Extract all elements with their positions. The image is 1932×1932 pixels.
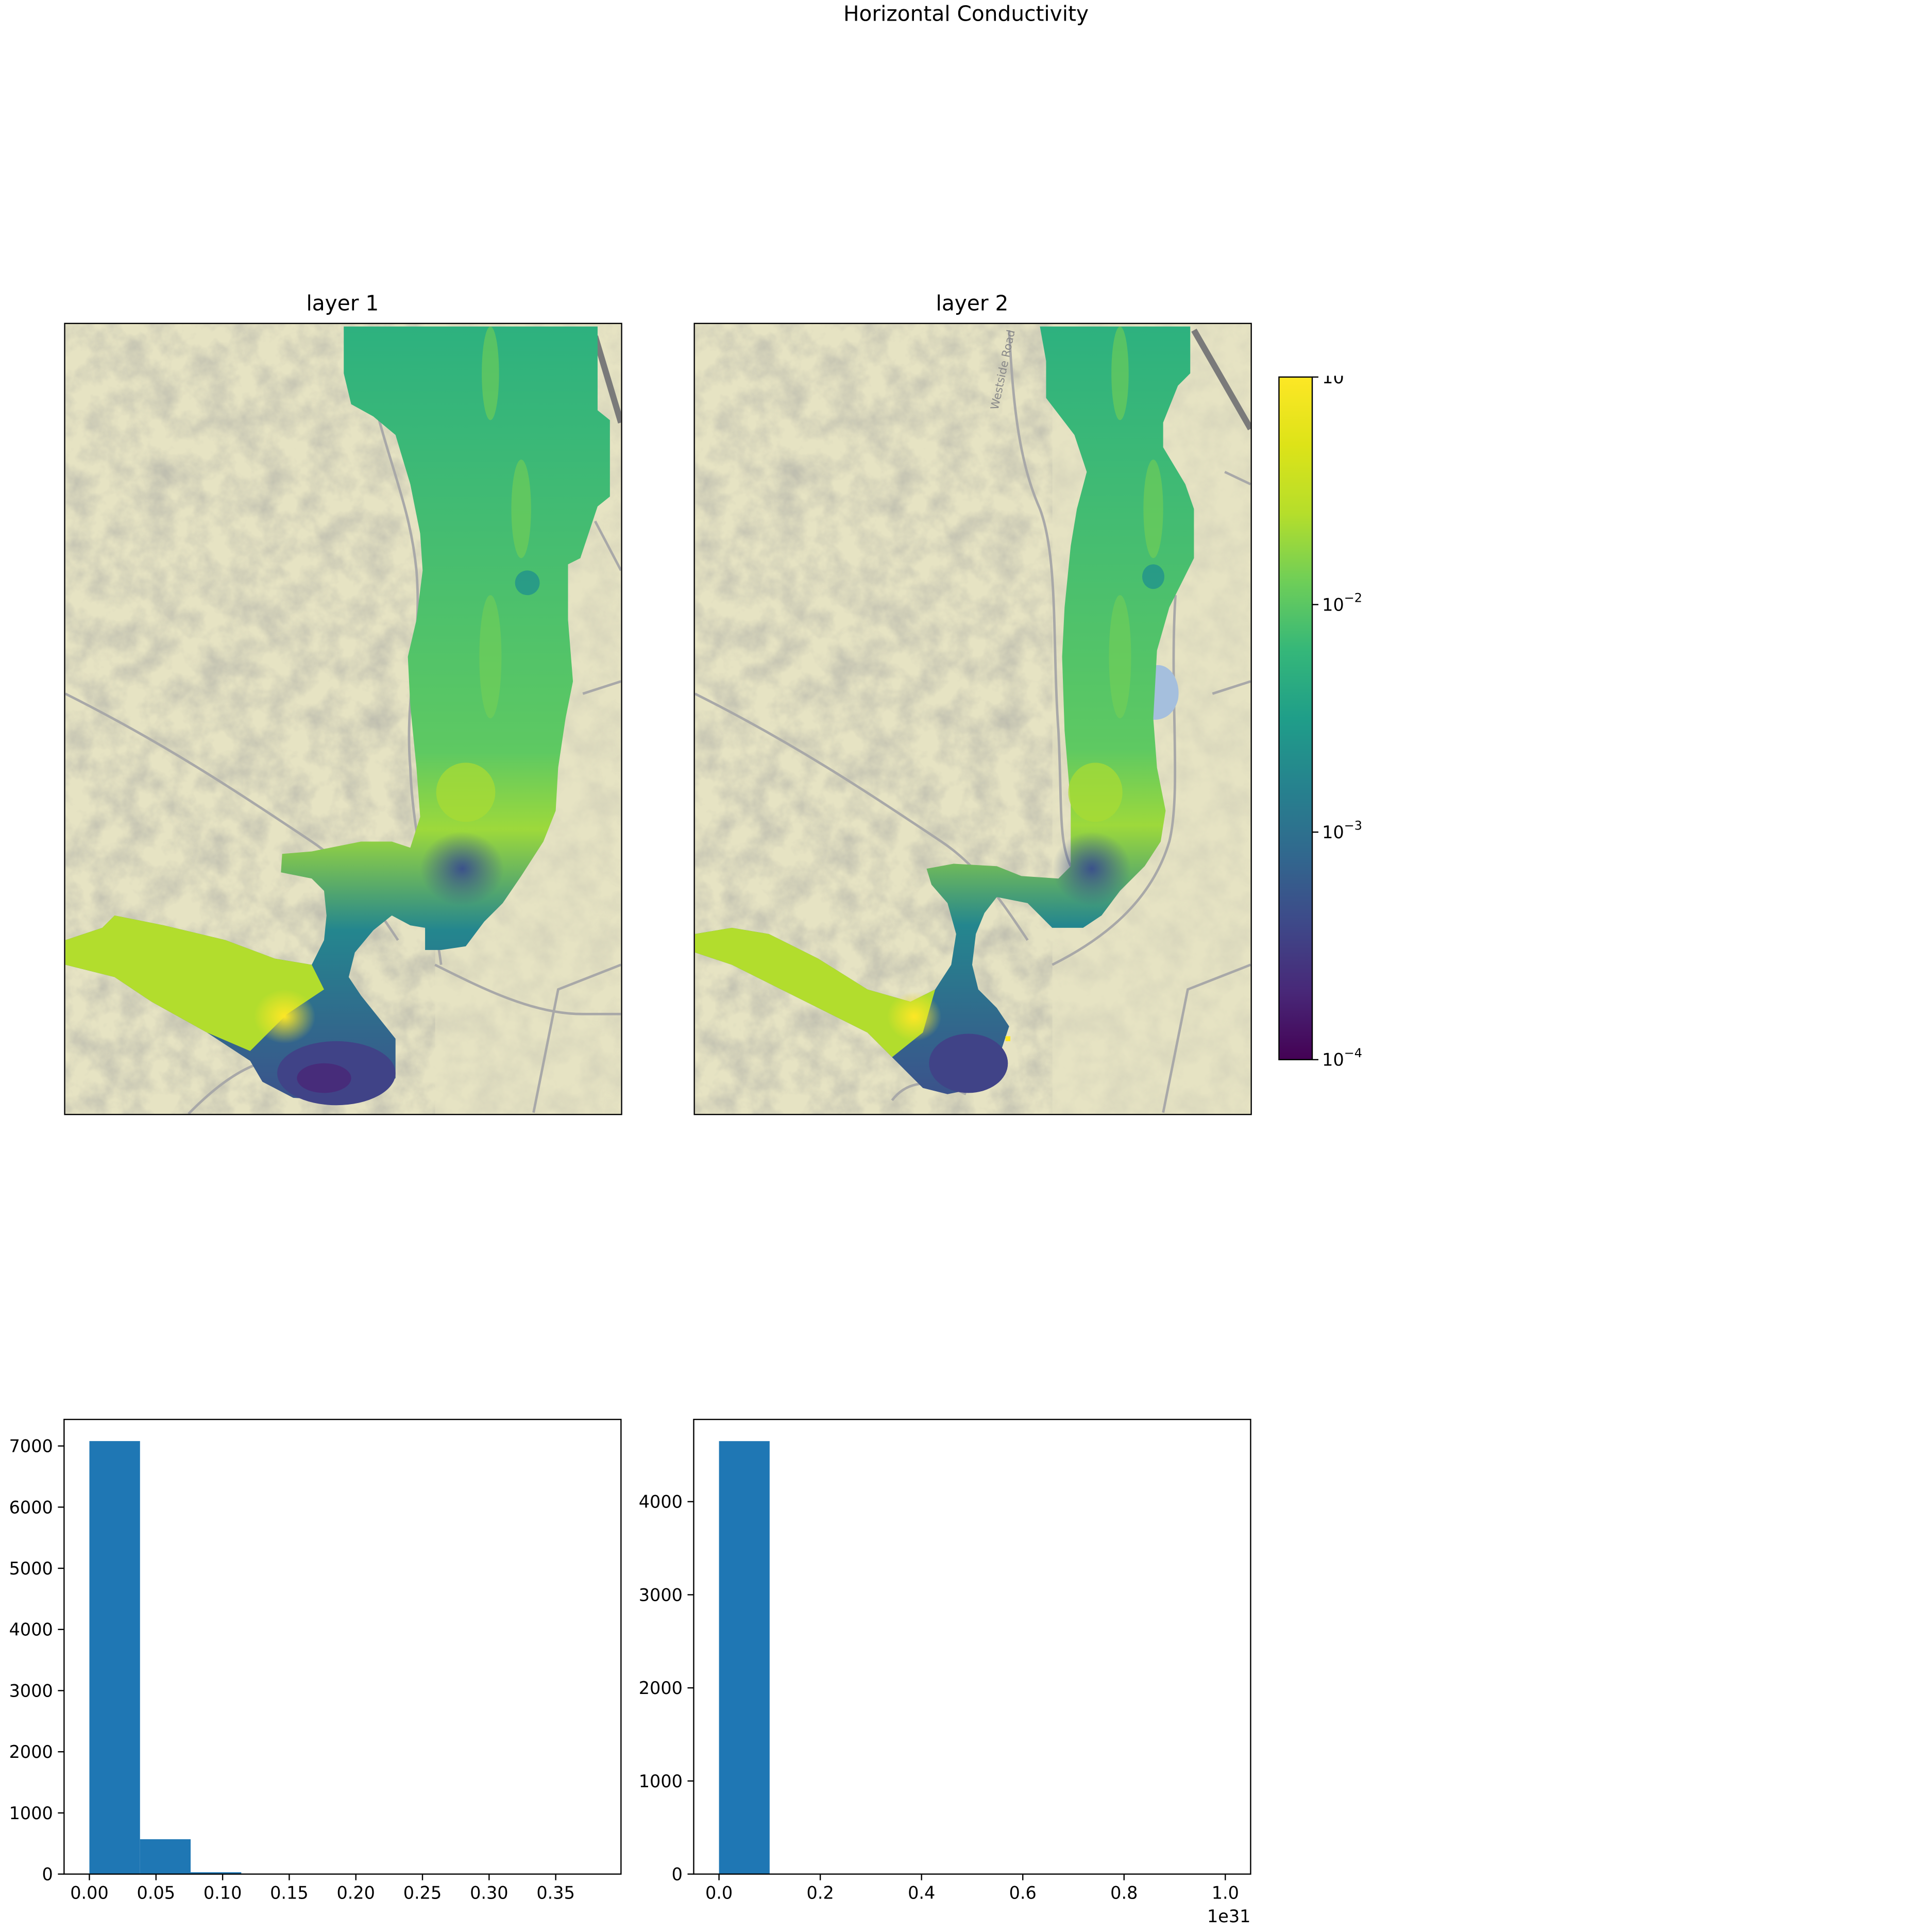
map-canvas-layer-1	[65, 324, 621, 1114]
map-title-layer-1: layer 1	[306, 292, 379, 317]
histogram-layer-1: 0.00 0.05 0.10 0.15 0.20 0.25 0.30 0.35 0 1000 200…	[0, 1404, 641, 1932]
figure-title: Horizontal Conductivity	[843, 2, 1089, 27]
y-tick-label: 0	[672, 1865, 683, 1885]
x-tick-label: 0.00	[70, 1883, 109, 1903]
histogram-bars	[719, 1441, 770, 1874]
x-tick-label: 0.15	[270, 1883, 309, 1903]
colorbar-tick-label: 10−4	[1322, 1046, 1362, 1066]
y-tick-label: 0	[42, 1865, 53, 1885]
x-tick-label: 0.35	[536, 1883, 575, 1903]
colorbar-tick-label: 10−2	[1322, 591, 1362, 615]
x-tick-label: 0.4	[908, 1883, 935, 1903]
map-panel-layer-1[interactable]	[64, 323, 622, 1115]
x-tick-label: 0.25	[403, 1883, 442, 1903]
y-tick-label: 4000	[639, 1492, 683, 1512]
x-tick-label: 0.6	[1009, 1883, 1037, 1903]
y-tick-label: 4000	[9, 1620, 53, 1640]
histogram-bar	[140, 1839, 191, 1874]
histogram-bar	[89, 1441, 140, 1874]
x-offset-text: 1e31	[1207, 1906, 1250, 1926]
x-tick-label: 1.0	[1212, 1883, 1239, 1903]
colorbar-gradient	[1278, 376, 1313, 1060]
plot-frame	[693, 1418, 1251, 1875]
map-canvas-layer-2: Westside Road	[694, 324, 1251, 1114]
figure: Horizontal Conductivity layer 1 layer 2 …	[0, 0, 1932, 1932]
histogram-layer-2: 0.0 0.2 0.4 0.6 0.8 1.0 0 1000 2000 3000 4000 1e31	[629, 1404, 1282, 1932]
x-tick-label: 0.30	[470, 1883, 509, 1903]
map-panel-layer-2[interactable]: Westside Road	[693, 323, 1252, 1115]
y-tick-label: 1000	[9, 1803, 53, 1823]
y-tick-label: 7000	[9, 1436, 53, 1456]
histogram-bars	[89, 1441, 394, 1874]
y-tick-label: 2000	[639, 1678, 683, 1698]
x-tick-label: 0.2	[807, 1883, 834, 1903]
x-tick-label: 0.10	[204, 1883, 242, 1903]
y-tick-label: 6000	[9, 1497, 53, 1517]
colorbar-tick-label: 10−1	[1322, 376, 1362, 387]
colorbar: 10−1 10−2 10−3 10−4	[1278, 363, 1388, 1070]
y-tick-label: 2000	[9, 1742, 53, 1762]
colorbar-tick-label: 10−3	[1322, 818, 1362, 842]
map-title-layer-2: layer 2	[936, 292, 1009, 317]
y-tick-label: 1000	[639, 1771, 683, 1791]
y-tick-label: 3000	[9, 1681, 53, 1701]
x-tick-label: 0.0	[705, 1883, 733, 1903]
y-tick-label: 3000	[639, 1585, 683, 1605]
plot-frame	[63, 1418, 622, 1875]
histogram-bar	[719, 1441, 770, 1874]
x-tick-label: 0.05	[137, 1883, 176, 1903]
y-tick-label: 5000	[9, 1558, 53, 1579]
x-tick-label: 0.8	[1110, 1883, 1138, 1903]
x-tick-label: 0.20	[336, 1883, 375, 1903]
